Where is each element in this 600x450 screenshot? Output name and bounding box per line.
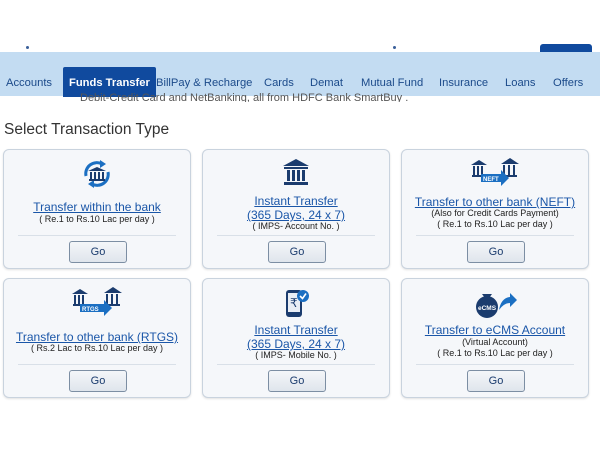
card-subtitle: (Also for Credit Cards Payment) xyxy=(431,208,559,218)
ecms-bag-icon: eCMS xyxy=(402,288,588,318)
card-subtitle-line2: ( Re.1 to Rs.10 Lac per day ) xyxy=(437,219,553,229)
divider xyxy=(18,364,176,365)
divider xyxy=(18,235,176,236)
rtgs-icon: RTGS xyxy=(4,287,190,319)
card-subtitle: ( Re.1 to Rs.10 Lac per day ) xyxy=(39,214,155,224)
bank-icon xyxy=(203,158,389,188)
header-strip xyxy=(0,0,600,58)
card-transfer-within-bank: Transfer within the bank ( Re.1 to Rs.10… xyxy=(3,149,191,269)
card-subtitle: (Virtual Account) xyxy=(462,337,528,347)
svg-text:₹: ₹ xyxy=(290,296,298,310)
go-button[interactable]: Go xyxy=(467,370,525,392)
nav-accounts[interactable]: Accounts xyxy=(6,52,52,96)
nav-loans[interactable]: Loans xyxy=(505,52,535,96)
card-subtitle-line2: ( Re.1 to Rs.10 Lac per day ) xyxy=(437,348,553,358)
main-nav: Accounts Funds Transfer BillPay & Rechar… xyxy=(0,52,600,97)
go-button[interactable]: Go xyxy=(268,241,326,263)
card-subtitle: ( IMPS- Mobile No. ) xyxy=(255,350,337,360)
card-instant-transfer-imps-account: Instant Transfer (365 Days, 24 x 7) ( IM… xyxy=(202,149,390,269)
bank-refresh-icon xyxy=(4,158,190,190)
header-fragment xyxy=(26,46,29,49)
divider xyxy=(416,235,574,236)
card-title[interactable]: Transfer to other bank (RTGS) xyxy=(4,330,190,344)
rtgs-badge-label: RTGS xyxy=(82,307,99,313)
card-title[interactable]: Transfer within the bank xyxy=(4,200,190,214)
nav-cards[interactable]: Cards xyxy=(264,52,294,96)
card-subtitle: ( Rs.2 Lac to Rs.10 Lac per day ) xyxy=(30,343,164,353)
divider xyxy=(416,364,574,365)
header-fragment xyxy=(393,46,396,49)
mobile-rupee-icon: ₹ xyxy=(203,288,389,318)
card-title[interactable]: Instant Transfer xyxy=(203,323,389,337)
card-title[interactable]: Transfer to eCMS Account xyxy=(402,323,588,337)
nav-insurance[interactable]: Insurance xyxy=(439,52,488,96)
card-title[interactable]: Transfer to other bank (NEFT) xyxy=(402,195,588,209)
card-transfer-rtgs: RTGS Transfer to other bank (RTGS) ( Rs.… xyxy=(3,278,191,398)
card-transfer-neft: NEFT Transfer to other bank (NEFT) (Also… xyxy=(401,149,589,269)
card-transfer-ecms: eCMS Transfer to eCMS Account (Virtual A… xyxy=(401,278,589,398)
card-subtitle: ( IMPS- Account No. ) xyxy=(252,221,340,231)
go-button[interactable]: Go xyxy=(69,241,127,263)
card-title-line2[interactable]: (365 Days, 24 x 7) xyxy=(203,208,389,222)
neft-icon: NEFT xyxy=(402,158,588,188)
divider xyxy=(217,235,375,236)
neft-badge-label: NEFT xyxy=(483,177,499,183)
banner-subtext: Debit-Credit Card and NetBanking, all fr… xyxy=(80,92,409,102)
go-button[interactable]: Go xyxy=(467,241,525,263)
nav-offers[interactable]: Offers xyxy=(553,52,583,96)
card-title[interactable]: Instant Transfer xyxy=(203,194,389,208)
nav-billpay-recharge[interactable]: BillPay & Recharge xyxy=(156,52,252,96)
page-title: Select Transaction Type xyxy=(4,121,170,138)
ecms-badge-label: eCMS xyxy=(478,305,497,312)
go-button[interactable]: Go xyxy=(268,370,326,392)
nav-mutual-fund[interactable]: Mutual Fund xyxy=(361,52,423,96)
card-instant-transfer-imps-mobile: ₹ Instant Transfer (365 Days, 24 x 7) ( … xyxy=(202,278,390,398)
go-button[interactable]: Go xyxy=(69,370,127,392)
divider xyxy=(217,364,375,365)
card-title-line2[interactable]: (365 Days, 24 x 7) xyxy=(203,337,389,351)
nav-demat[interactable]: Demat xyxy=(310,52,343,96)
